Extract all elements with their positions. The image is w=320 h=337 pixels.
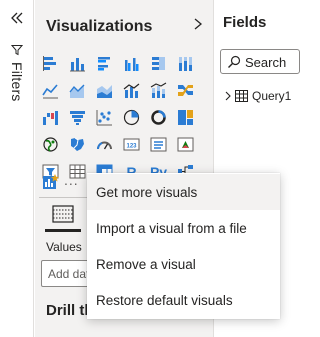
treemap-icon[interactable] <box>174 106 197 129</box>
line-and-column-chart-icon[interactable] <box>120 79 143 102</box>
build-visual-tab[interactable] <box>49 202 77 228</box>
gauge-icon[interactable] <box>93 133 116 156</box>
filters-label[interactable]: Filters <box>9 62 25 102</box>
filter-funnel-icon <box>11 45 23 56</box>
100-stacked-bar-chart-icon[interactable] <box>147 52 170 75</box>
menu-item-get-more-visuals[interactable]: Get more visuals <box>87 174 280 210</box>
filled-map-icon[interactable] <box>66 133 89 156</box>
line-and-stacked-column-chart-icon[interactable] <box>147 79 170 102</box>
chevron-right-icon[interactable] <box>223 90 233 102</box>
ribbon-chart-icon[interactable] <box>174 79 197 102</box>
field-table-name: Query1 <box>252 89 292 103</box>
values-well-label: Values <box>46 240 82 254</box>
visualizations-title: Visualizations <box>46 18 153 35</box>
table-icon <box>235 90 248 102</box>
funnel-chart-icon[interactable] <box>66 106 89 129</box>
menu-item-restore-default-visuals[interactable]: Restore default visuals <box>87 282 280 318</box>
area-chart-icon[interactable] <box>66 79 89 102</box>
kpi-icon[interactable] <box>174 133 197 156</box>
collapse-chevron-icon[interactable] <box>9 10 25 26</box>
card-icon[interactable]: 123 <box>120 133 143 156</box>
multi-row-card-icon[interactable] <box>147 133 170 156</box>
menu-item-import-visual-from-file[interactable]: Import a visual from a file <box>87 210 280 246</box>
stacked-column-chart-icon[interactable] <box>66 52 89 75</box>
scatter-chart-icon[interactable] <box>93 106 116 129</box>
clustered-column-chart-icon[interactable] <box>120 52 143 75</box>
clustered-bar-chart-icon[interactable] <box>93 52 116 75</box>
more-visuals-button[interactable]: ... <box>64 172 79 188</box>
svg-text:123: 123 <box>126 144 137 150</box>
custom-visual-icon[interactable] <box>39 170 62 193</box>
fields-wells-icon <box>52 205 74 223</box>
search-icon <box>228 55 241 68</box>
menu-item-remove-visual[interactable]: Remove a visual <box>87 246 280 282</box>
active-tab-indicator <box>45 229 81 232</box>
donut-chart-icon[interactable] <box>147 106 170 129</box>
expand-chevron-icon[interactable] <box>192 16 204 32</box>
stacked-area-chart-icon[interactable] <box>93 79 116 102</box>
visual-gallery: 123 R Py <box>39 52 197 183</box>
stacked-bar-chart-icon[interactable] <box>39 52 62 75</box>
map-icon[interactable] <box>39 133 62 156</box>
search-input[interactable] <box>245 53 295 71</box>
field-table-item[interactable]: Query1 <box>223 89 291 103</box>
visuals-context-menu: Get more visuals Import a visual from a … <box>87 173 280 319</box>
fields-title: Fields <box>223 14 267 31</box>
waterfall-chart-icon[interactable] <box>39 106 62 129</box>
fields-search-box[interactable] <box>220 49 300 74</box>
100-stacked-column-chart-icon[interactable] <box>174 52 197 75</box>
pie-chart-icon[interactable] <box>120 106 143 129</box>
filters-pane-collapsed[interactable]: Filters <box>0 0 34 337</box>
line-chart-icon[interactable] <box>39 79 62 102</box>
